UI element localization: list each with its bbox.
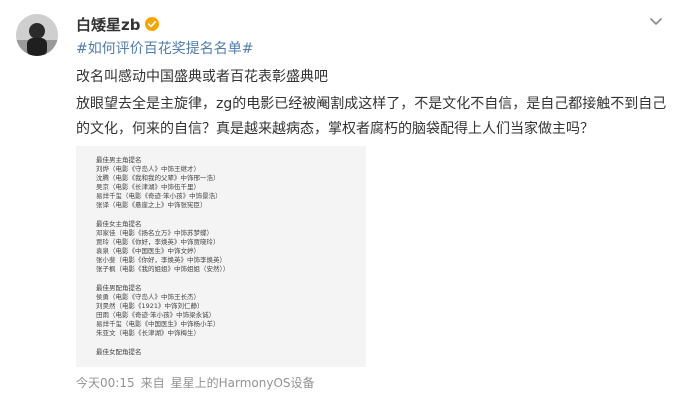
nomination-group: 最佳女配角提名 bbox=[96, 348, 142, 357]
nomination-item: 易烊千玺（电影《奇迹·笨小孩》中饰景浩） bbox=[96, 192, 222, 200]
avatar-image bbox=[16, 14, 58, 56]
nomination-item: 侯勇（电影《守岛人》中饰王长杰） bbox=[96, 293, 200, 301]
source-prefix: 来自 bbox=[140, 376, 165, 390]
nomination-group: 最佳女主角提名 邓家佳（电影《扬名立万》中饰苏梦蝶） 贾玲（电影《你好，李焕英》… bbox=[96, 220, 229, 274]
nomination-item: 张译（电影《悬崖之上》中饰张宪臣） bbox=[96, 201, 207, 209]
nomination-group: 最佳男主角提名 刘烨（电影《守岛人》中饰王继才） 沈腾（电影《我和我的父辈》中饰… bbox=[96, 156, 222, 210]
weibo-post: 白矮星zb #如何评价百花奖提名名单# 改名叫感动中国盛典或者百花表彰盛典吧 放… bbox=[0, 0, 678, 401]
attached-image[interactable]: 最佳男主角提名 刘烨（电影《守岛人》中饰王继才） 沈腾（电影《我和我的父辈》中饰… bbox=[76, 146, 366, 367]
nomination-heading: 最佳男配角提名 bbox=[96, 284, 142, 292]
nomination-group: 最佳男配角提名 侯勇（电影《守岛人》中饰王长杰） 刘昊然（电影《1921》中饰刘… bbox=[96, 284, 220, 338]
post-text-line: 的文化，何来的自信？真是越来越病态，掌权者腐朽的脑袋配得上人们当家做主吗？ bbox=[76, 121, 594, 137]
nomination-item: 吴京（电影《长津湖》中饰伍千里） bbox=[96, 183, 200, 191]
chevron-down-icon[interactable] bbox=[648, 16, 664, 28]
nomination-item: 刘昊然（电影《1921》中饰刘仁静） bbox=[96, 302, 204, 310]
nomination-item: 田雨（电影《奇迹·笨小孩》中饰梁永诚） bbox=[96, 311, 216, 319]
nomination-item: 沈腾（电影《我和我的父辈》中饰邢一浩） bbox=[96, 174, 220, 182]
post-text-line: 改名叫感动中国盛典或者百花表彰盛典吧 bbox=[76, 69, 328, 85]
nomination-heading: 最佳男主角提名 bbox=[96, 156, 142, 164]
nomination-item: 朱亚文（电影《长津湖》中饰梅生） bbox=[96, 329, 200, 337]
nomination-item: 张小斐（电影《你好，李焕英》中饰李焕英） bbox=[96, 256, 226, 264]
nomination-heading: 最佳女主角提名 bbox=[96, 220, 142, 228]
avatar[interactable] bbox=[16, 14, 58, 56]
post-text-line: 放眼望去全是主旋律，zg的电影已经被阉割成这样了，不是文化不自信，是自己都接触不… bbox=[76, 96, 667, 112]
nomination-item: 袁泉（电影《中国医生》中饰文婷） bbox=[96, 247, 200, 255]
topic-link[interactable]: #如何评价百花奖提名名单# bbox=[76, 38, 253, 58]
username-row: 白矮星zb bbox=[76, 14, 160, 35]
nomination-heading: 最佳女配角提名 bbox=[96, 348, 142, 356]
source-device[interactable]: 星星上的HarmonyOS设备 bbox=[171, 374, 315, 391]
post-meta: 今天00:15 来自 星星上的HarmonyOS设备 bbox=[76, 374, 315, 391]
verified-badge-icon bbox=[145, 17, 160, 31]
nomination-item: 张子枫（电影《我的姐姐》中饰姐姐（安然）） bbox=[96, 265, 230, 273]
nomination-item: 邓家佳（电影《扬名立万》中饰苏梦蝶） bbox=[96, 229, 213, 237]
nomination-item: 贾玲（电影《你好，李焕英》中饰贾晓玲） bbox=[96, 238, 220, 246]
nomination-item: 刘烨（电影《守岛人》中饰王继才） bbox=[96, 165, 200, 173]
username[interactable]: 白矮星zb bbox=[76, 14, 140, 35]
nomination-item: 易烊千玺（电影《中国医生》中饰杨小羊） bbox=[96, 320, 220, 328]
post-time[interactable]: 今天00:15 bbox=[76, 374, 135, 391]
